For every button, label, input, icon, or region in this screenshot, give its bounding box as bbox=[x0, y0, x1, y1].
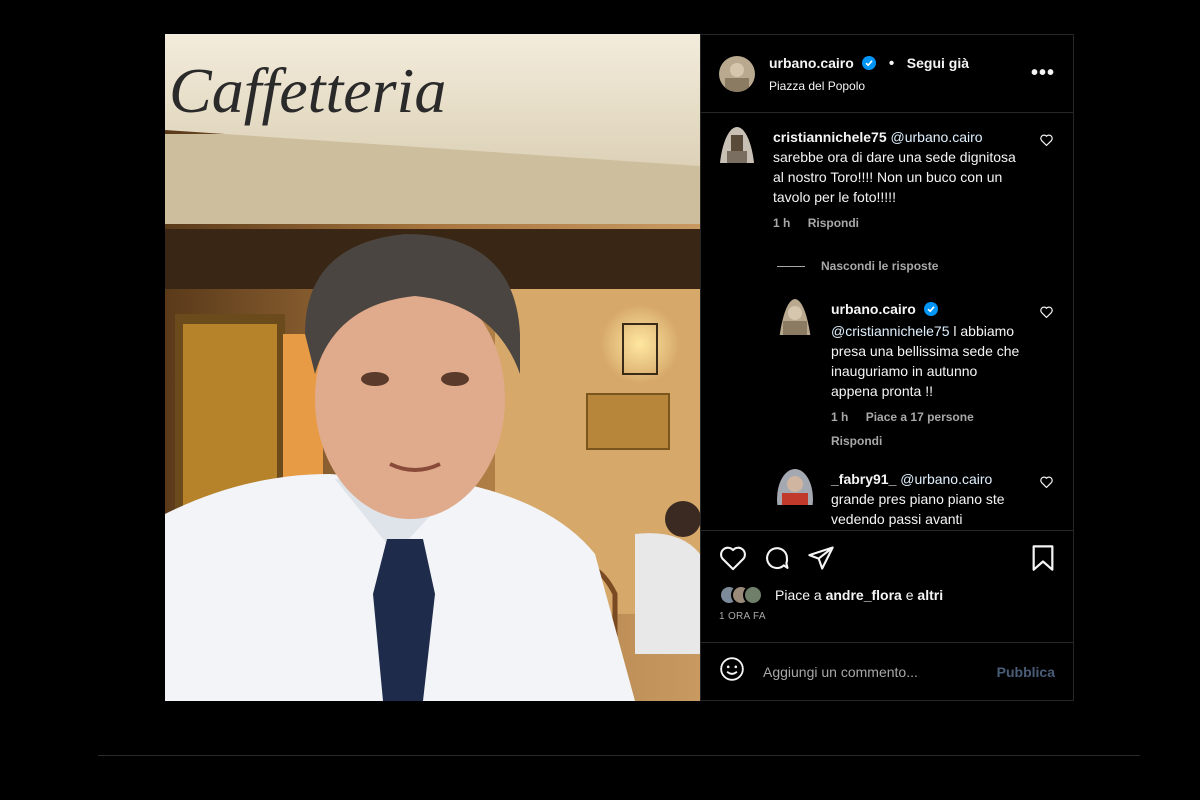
hide-replies-button[interactable]: Nascondi le risposte bbox=[777, 259, 1055, 273]
verified-badge-icon bbox=[923, 301, 938, 321]
separator-dot: • bbox=[888, 54, 895, 72]
sign-text: Caffetteria bbox=[169, 55, 446, 126]
hide-replies-line bbox=[777, 265, 805, 267]
post-actions: Piace a andre_flora e altri 1 ORA FA bbox=[701, 530, 1073, 642]
likes-summary[interactable]: Piace a andre_flora e altri bbox=[719, 585, 1055, 605]
emoji-icon[interactable] bbox=[719, 656, 745, 687]
page-divider bbox=[98, 755, 1140, 756]
comment-text: sarebbe ora di dare una sede dignitosa a… bbox=[773, 149, 1016, 205]
reply-item: _fabry91_ @urbano.cairo grande pres pian… bbox=[777, 469, 1055, 529]
post-location[interactable]: Piazza del Popolo bbox=[769, 79, 1031, 93]
commenter-username[interactable]: cristiannichele75 bbox=[773, 129, 887, 145]
liker-avatars bbox=[719, 585, 763, 605]
reply-author-avatar[interactable] bbox=[777, 299, 813, 451]
likes-prefix: Piace a bbox=[775, 587, 826, 603]
publish-button[interactable]: Pubblica bbox=[997, 664, 1055, 680]
comment-mention[interactable]: @urbano.cairo bbox=[891, 129, 983, 145]
commenter-avatar[interactable] bbox=[719, 127, 755, 233]
post-timestamp[interactable]: 1 ORA FA bbox=[719, 611, 1055, 622]
add-comment-bar: Pubblica bbox=[701, 642, 1073, 700]
hide-replies-label: Nascondi le risposte bbox=[821, 259, 939, 273]
comment-input[interactable] bbox=[761, 662, 997, 681]
verified-badge-icon bbox=[862, 55, 877, 75]
reply-button[interactable]: Rispondi bbox=[808, 216, 859, 230]
reply-mention[interactable]: @cristiannichele75 bbox=[831, 323, 950, 339]
reply-like-icon[interactable] bbox=[1040, 305, 1053, 323]
more-options-icon[interactable]: ••• bbox=[1031, 62, 1055, 85]
reply-text: grande pres piano piano ste vedendo pass… bbox=[831, 491, 1005, 527]
comment-time[interactable]: 1 h bbox=[773, 216, 790, 230]
reply-button[interactable]: Rispondi bbox=[831, 434, 882, 448]
instagram-post: Caffetteria urbano.cairo • Segui già Pia… bbox=[165, 34, 1074, 701]
post-photo[interactable]: Caffetteria bbox=[165, 34, 700, 701]
reply-mention[interactable]: @urbano.cairo bbox=[900, 471, 992, 487]
following-button[interactable]: Segui già bbox=[907, 55, 969, 71]
reply-author-avatar[interactable] bbox=[777, 469, 813, 529]
comments-section[interactable]: cristiannichele75 @urbano.cairo sarebbe … bbox=[701, 113, 1073, 530]
reply-likes-count[interactable]: Piace a 17 persone bbox=[866, 410, 974, 424]
post-side-panel: urbano.cairo • Segui già Piazza del Popo… bbox=[700, 34, 1074, 701]
comment-bubble-icon[interactable] bbox=[763, 544, 791, 577]
likes-middle: e bbox=[901, 587, 918, 603]
reply-time[interactable]: 1 h bbox=[831, 410, 848, 424]
comment-like-icon[interactable] bbox=[1040, 133, 1053, 151]
author-info: urbano.cairo • Segui già Piazza del Popo… bbox=[769, 55, 1031, 93]
liker-username[interactable]: andre_flora bbox=[826, 587, 902, 603]
reply-item: urbano.cairo @cristiannichele75 l abbiam… bbox=[777, 299, 1055, 451]
like-heart-icon[interactable] bbox=[719, 545, 747, 576]
author-avatar[interactable] bbox=[719, 55, 755, 92]
likes-others[interactable]: altri bbox=[917, 587, 943, 603]
comment-item: cristiannichele75 @urbano.cairo sarebbe … bbox=[719, 127, 1055, 233]
author-username[interactable]: urbano.cairo bbox=[769, 55, 854, 71]
share-paper-plane-icon[interactable] bbox=[807, 544, 835, 577]
reply-like-icon[interactable] bbox=[1040, 475, 1053, 493]
bookmark-save-icon[interactable] bbox=[1031, 544, 1055, 577]
reply-author-username[interactable]: urbano.cairo bbox=[831, 301, 916, 317]
selfie-image: Caffetteria bbox=[165, 34, 700, 701]
post-header: urbano.cairo • Segui già Piazza del Popo… bbox=[701, 35, 1073, 113]
reply-author-username[interactable]: _fabry91_ bbox=[831, 471, 896, 487]
